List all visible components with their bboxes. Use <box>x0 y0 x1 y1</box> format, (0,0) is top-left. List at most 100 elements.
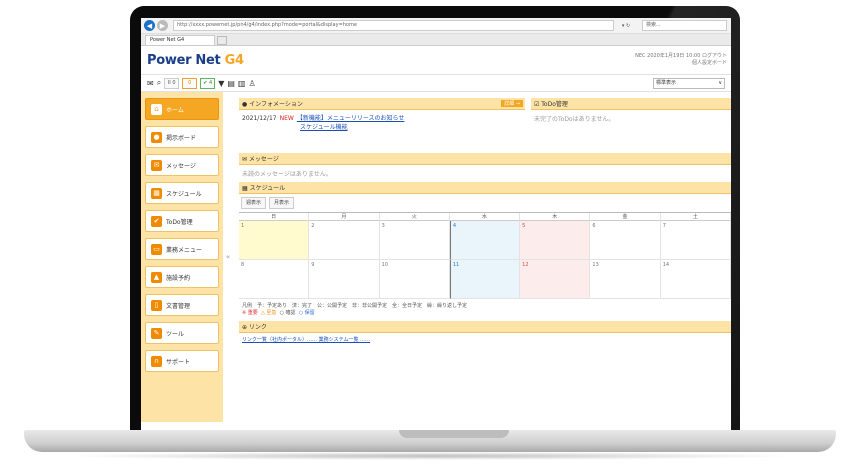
calendar-header: 月 <box>309 213 380 221</box>
search-icon[interactable]: ⌕ <box>157 78 161 88</box>
calendar-header: 火 <box>379 213 450 221</box>
sidebar-item-support[interactable]: ∩ サポート <box>145 350 219 372</box>
sidebar-item-label: 業務メニュー <box>166 246 203 254</box>
headset-icon: ∩ <box>151 355 162 367</box>
monitor-icon: ▭ <box>151 243 162 255</box>
pencil-icon: ✎ <box>151 327 162 339</box>
information-more-button[interactable]: 詳細 → <box>501 100 523 107</box>
body-area: ⌂ ホーム ● 掲示ボード ✉ メッセージ ▦ スケジュール ✔ ToDo管理 ▭ 業務メニ… <box>141 92 731 422</box>
message-title: ✉ メッセージ <box>242 156 279 163</box>
legend-important: ※ 重要 <box>242 310 258 316</box>
sidebar-item-label: スケジュール <box>166 190 202 198</box>
browser-tab[interactable]: Power Net G4 <box>145 35 215 45</box>
calendar-day-cell[interactable]: 9 <box>309 260 380 299</box>
user-icon[interactable]: ♙ <box>248 79 255 88</box>
information-link-2[interactable]: スケジュール機能 <box>300 124 348 131</box>
sidebar-item-label: 掲示ボード <box>166 134 197 142</box>
toolbar-todo-button[interactable]: ✔ 4 <box>200 77 216 89</box>
message-empty-text: 未読のメッセージはありません。 <box>242 171 332 178</box>
view-select[interactable]: 標準表示 ∨ <box>653 77 725 89</box>
laptop-base <box>24 430 836 452</box>
calendar-day-cell[interactable]: 6 <box>590 221 661 260</box>
mail-icon[interactable]: ✉ <box>147 79 154 88</box>
sidebar-item-home[interactable]: ⌂ ホーム <box>145 98 219 120</box>
calendar-day-cell[interactable]: 1 <box>239 221 310 260</box>
back-arrow-icon[interactable]: ◀ <box>144 20 155 31</box>
calendar-header: 日 <box>239 213 310 221</box>
toolbar-count-button[interactable]: II 0 <box>164 77 180 89</box>
logo-text: Power Net <box>147 52 225 68</box>
message-header: ✉ メッセージ <box>239 153 731 165</box>
url-input[interactable]: http://xxxx.powernet.jp/pn4/g4/index.php… <box>173 20 614 31</box>
sidebar-item-label: サポート <box>166 358 191 366</box>
sidebar-item-label: ToDo管理 <box>166 218 193 226</box>
toolbar: ✉ ⌕ II 0 0 ✔ 4 ▼ ▤ ▥ ♙ 標準表示 ∨ <box>141 74 731 92</box>
calendar-day-cell[interactable]: 12 <box>520 260 591 299</box>
legend-line-2: ※ 重要 △ 至急 ○ 確認 ○ 保留 <box>242 310 728 317</box>
new-badge: NEW <box>279 115 294 122</box>
calendar-day-cell[interactable]: 5 <box>520 221 591 260</box>
todo-empty-text: 未完了のToDoはありません。 <box>534 116 615 123</box>
export-icon[interactable]: ▥ <box>238 79 246 88</box>
calendar-day-cell[interactable]: 8 <box>239 260 310 299</box>
collapse-sidebar-icon[interactable]: « <box>223 92 233 422</box>
sidebar-item-label: 文書管理 <box>166 302 191 310</box>
month-view-button[interactable]: 月表示 <box>269 197 295 209</box>
sidebar-item-todo[interactable]: ✔ ToDo管理 <box>145 210 219 232</box>
information-item-2: スケジュール機能 <box>242 123 522 132</box>
app-logo[interactable]: Power Net G4 <box>147 53 244 68</box>
browser-tab-row: Power Net G4 <box>141 34 731 46</box>
toolbar-alert-button[interactable]: 0 <box>182 77 198 89</box>
new-tab-button[interactable] <box>217 36 227 45</box>
information-link[interactable]: 【新機能】メニューリリースのお知らせ <box>297 115 405 122</box>
calendar-day-cell[interactable]: 7 <box>660 221 731 260</box>
sidebar-item-label: ツール <box>166 330 185 338</box>
calendar-day-cell[interactable]: 13 <box>590 260 661 299</box>
todo-title: ☑ ToDo管理 <box>534 101 568 108</box>
main-content: ● インフォメーション 詳細 → 2021/12/17 NEW 【新機能】メニューリリ… <box>233 92 731 422</box>
refresh-icon[interactable]: ▾ ↻ <box>614 23 638 29</box>
personal-settings-link[interactable]: 個人設定ボード <box>635 60 727 67</box>
calendar-day-cell[interactable]: 3 <box>379 221 450 260</box>
week-view-button[interactable]: 週表示 <box>241 197 267 209</box>
print-icon[interactable]: ▤ <box>227 79 235 88</box>
laptop-shadow <box>60 452 800 460</box>
laptop-notch <box>399 430 509 438</box>
sidebar-item-message[interactable]: ✉ メッセージ <box>145 154 219 176</box>
logo-g4: G4 <box>224 52 244 68</box>
calendar-day-cell[interactable]: 14 <box>660 260 731 299</box>
legend-line-1: 凡例 予：予定あり 済：完了 公：公開予定 非：非公開予定 全：全日予定 繰：繰… <box>242 303 468 309</box>
schedule-legend: 凡例 予：予定あり 済：完了 公：公開予定 非：非公開予定 全：全日予定 繰：繰… <box>239 299 731 321</box>
information-item: 2021/12/17 NEW 【新機能】メニューリリースのお知らせ <box>242 114 522 123</box>
filter-icon[interactable]: ▼ <box>218 79 224 88</box>
sidebar-item-board[interactable]: ● 掲示ボード <box>145 126 219 148</box>
browser-search-input[interactable]: 検索... <box>642 20 727 31</box>
schedule-header: ▦ スケジュール <box>239 182 731 194</box>
calendar-day-cell[interactable]: 11 <box>449 260 521 299</box>
sidebar-item-label: ホーム <box>166 106 184 114</box>
legend-urgent: △ 至急 <box>260 310 277 316</box>
links-body: リンク一覧（社内ポータル）…… 業務システム一覧 …… <box>239 333 731 346</box>
sidebar-item-business-menu[interactable]: ▭ 業務メニュー <box>145 238 219 260</box>
links-header: ⊕ リンク <box>239 321 731 333</box>
information-date: 2021/12/17 <box>242 115 277 122</box>
sidebar: ⌂ ホーム ● 掲示ボード ✉ メッセージ ▦ スケジュール ✔ ToDo管理 ▭ 業務メニ… <box>141 92 223 422</box>
calendar-icon: ▦ <box>151 187 162 199</box>
sidebar-item-facility[interactable]: ▲ 施設予約 <box>145 266 219 288</box>
information-body: 2021/12/17 NEW 【新機能】メニューリリースのお知らせ スケジュール機能 <box>239 110 525 152</box>
todo-header: ☑ ToDo管理 <box>531 98 731 110</box>
calendar-day-cell[interactable]: 10 <box>379 260 450 299</box>
calendar-day-cell[interactable]: 2 <box>309 221 380 260</box>
sidebar-item-documents[interactable]: ▯ 文書管理 <box>145 294 219 316</box>
sidebar-item-tools[interactable]: ✎ ツール <box>145 322 219 344</box>
calendar-day-cell[interactable]: 4 <box>449 221 521 260</box>
calendar-header: 土 <box>660 213 731 221</box>
sidebar-item-schedule[interactable]: ▦ スケジュール <box>145 182 219 204</box>
checkbox-icon: ✔ <box>151 215 162 227</box>
app-header: Power Net G4 NEC 2020年1月19日 10:00 ログアウト … <box>141 46 731 74</box>
browser-address-bar: ◀ ▶ http://xxxx.powernet.jp/pn4/g4/index… <box>141 18 731 34</box>
links-text[interactable]: リンク一覧（社内ポータル）…… 業務システム一覧 …… <box>242 337 370 343</box>
forward-arrow-icon[interactable]: ▶ <box>157 20 168 31</box>
information-title: ● インフォメーション <box>242 101 303 108</box>
calendar-header: 金 <box>590 213 661 221</box>
